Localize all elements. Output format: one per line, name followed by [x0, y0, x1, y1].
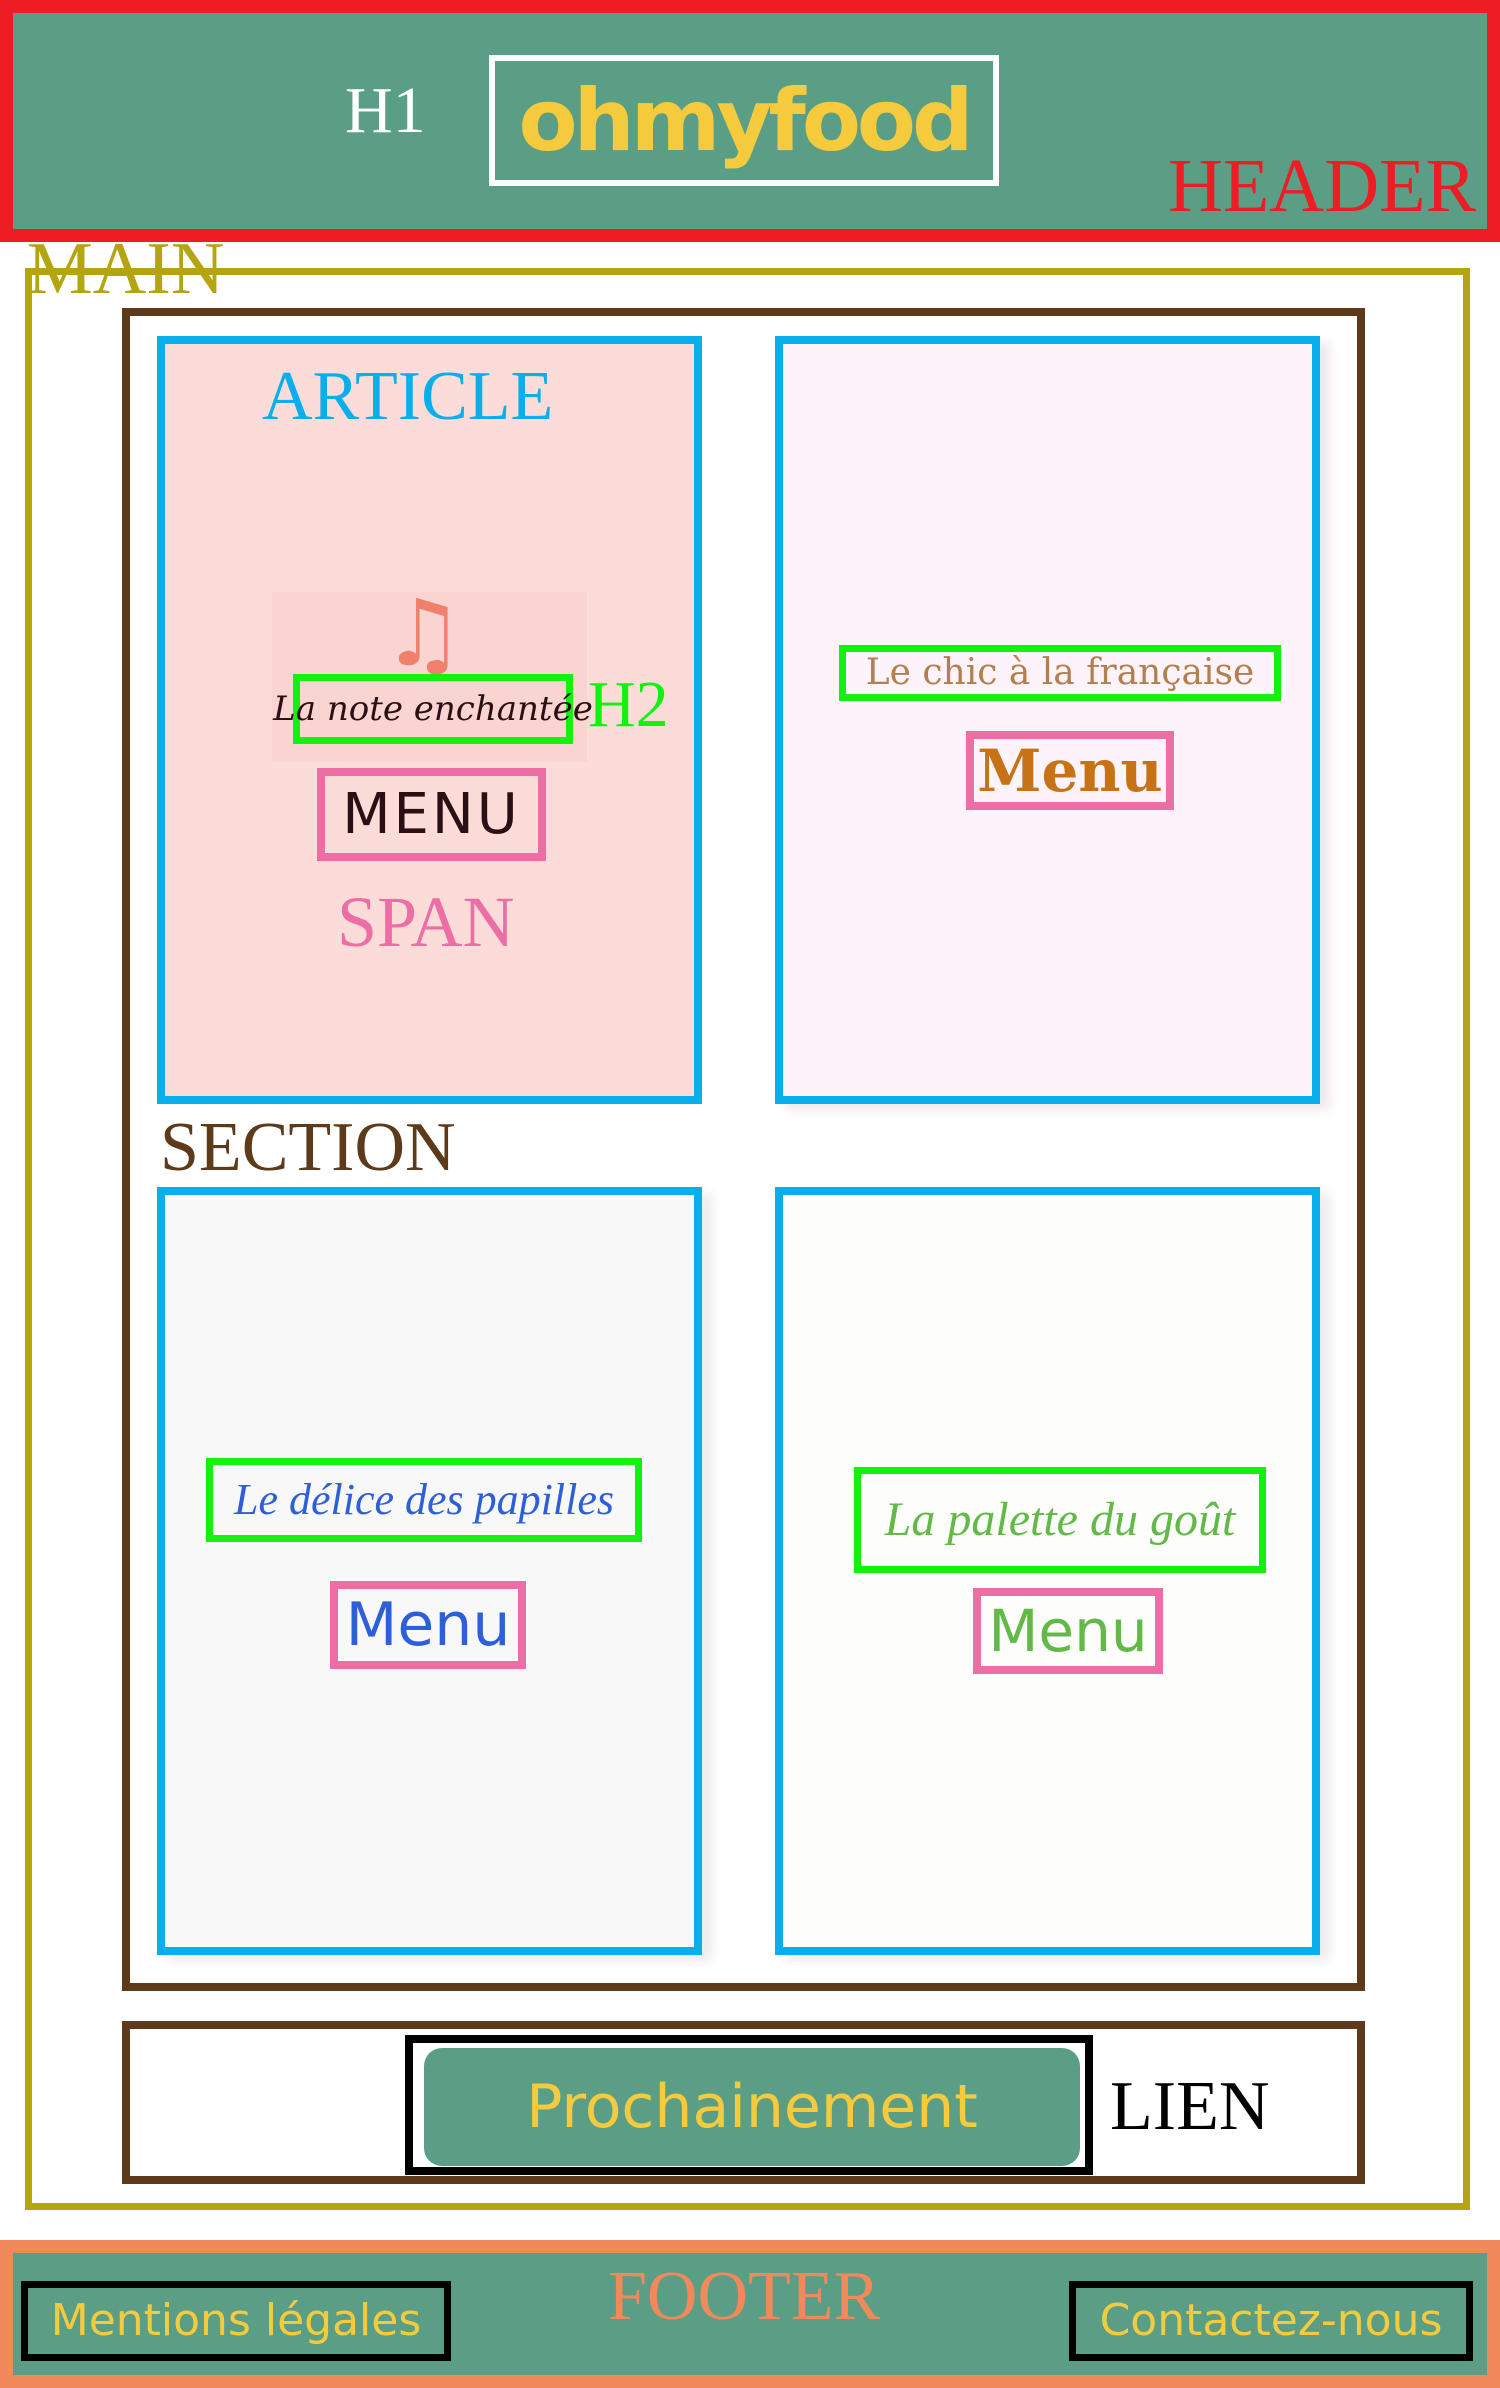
h2-label: H2 [588, 668, 669, 741]
h1-label: H1 [345, 74, 426, 147]
section-label: SECTION [160, 1109, 456, 1186]
logo-text: ohmyfood [518, 70, 973, 171]
article-title: La palette du goût [854, 1467, 1266, 1573]
article-card[interactable] [157, 1187, 702, 1955]
prochainement-button[interactable]: Prochainement [424, 2048, 1080, 2166]
menu-link[interactable]: Menu [330, 1581, 526, 1669]
footer-link-mentions[interactable]: Mentions légales [21, 2281, 451, 2361]
footer-label: FOOTER [608, 2258, 881, 2335]
article-title: La note enchantée [273, 674, 593, 744]
main-label: MAIN [27, 228, 225, 310]
menu-link[interactable]: Menu [973, 1588, 1163, 1674]
menu-link[interactable]: MENU [317, 768, 546, 861]
footer-link-contact[interactable]: Contactez-nous [1069, 2281, 1473, 2361]
menu-link[interactable]: Menu [966, 731, 1174, 810]
article-title: Le délice des papilles [206, 1458, 642, 1542]
article-label: ARTICLE [262, 358, 554, 435]
music-note-icon: ♫ [382, 580, 465, 687]
logo[interactable]: ohmyfood [489, 55, 999, 186]
article-title: Le chic à la française [839, 645, 1281, 701]
article-card[interactable] [775, 336, 1320, 1104]
lien-label: LIEN [1110, 2068, 1270, 2145]
header-label: HEADER [1168, 144, 1477, 228]
span-label: SPAN [337, 882, 515, 962]
